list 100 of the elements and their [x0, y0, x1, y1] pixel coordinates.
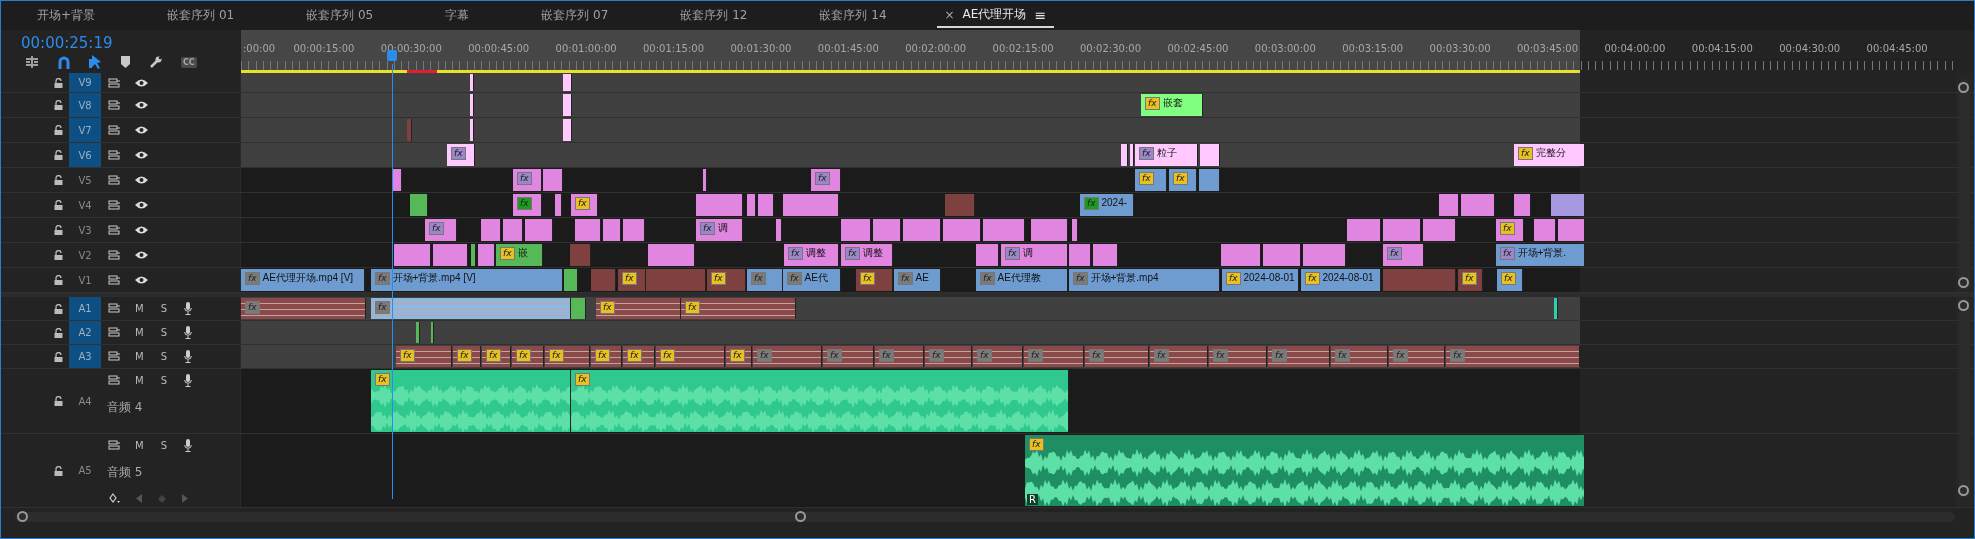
audio-clip[interactable]: fx: [875, 346, 924, 367]
clip[interactable]: [470, 94, 474, 116]
clip[interactable]: [433, 244, 468, 266]
audio-clip[interactable]: fx: [1024, 346, 1084, 367]
sequence-tab[interactable]: 嵌套序列 05: [284, 4, 396, 27]
clip[interactable]: [758, 194, 774, 216]
clip[interactable]: [1423, 219, 1456, 241]
audio-clip[interactable]: fx: [726, 346, 752, 367]
clip[interactable]: fx 调整: [841, 244, 893, 266]
clip[interactable]: [575, 219, 601, 241]
lock-icon[interactable]: [54, 200, 63, 210]
clip[interactable]: [555, 194, 562, 216]
sync-lock-icon[interactable]: [108, 351, 121, 361]
solo-button[interactable]: S: [160, 302, 167, 314]
clip[interactable]: [1121, 144, 1128, 166]
clip[interactable]: fx 2024-08-01: [1222, 269, 1299, 291]
audio-clip[interactable]: fx: [396, 346, 452, 367]
close-icon[interactable]: ×: [944, 7, 955, 22]
track-target[interactable]: V9: [69, 73, 101, 92]
lock-icon[interactable]: [54, 125, 63, 135]
clip[interactable]: fx AE: [894, 269, 941, 291]
mute-button[interactable]: M: [135, 350, 144, 362]
clip[interactable]: [481, 219, 501, 241]
clip[interactable]: [571, 298, 586, 319]
clip[interactable]: [1558, 219, 1585, 241]
audio-clip[interactable]: fx: [656, 346, 725, 367]
audio-clip[interactable]: fx: [753, 346, 822, 367]
clip[interactable]: fx AE代理教: [976, 269, 1068, 291]
sync-lock-icon[interactable]: [108, 440, 121, 450]
sync-lock-icon[interactable]: [108, 303, 121, 313]
clip[interactable]: [407, 119, 412, 141]
track-target[interactable]: A2: [69, 321, 101, 344]
track-title[interactable]: 音频 5: [107, 464, 192, 481]
clip[interactable]: [1200, 144, 1220, 166]
audio-clip[interactable]: fx: [453, 346, 481, 367]
track-target[interactable]: V4: [69, 193, 101, 217]
wrench-icon[interactable]: [149, 55, 162, 69]
clip[interactable]: [783, 194, 839, 216]
clip[interactable]: fx: [618, 269, 646, 291]
clip[interactable]: [623, 219, 645, 241]
clip[interactable]: [563, 94, 572, 116]
clip[interactable]: fx AE代: [783, 269, 841, 291]
sync-lock-icon[interactable]: [108, 327, 121, 337]
eye-icon[interactable]: [135, 126, 148, 134]
microphone-icon[interactable]: [184, 325, 192, 339]
clip[interactable]: [1551, 194, 1585, 216]
lock-icon[interactable]: [54, 77, 63, 88]
clip[interactable]: fx: [747, 269, 783, 291]
clip[interactable]: [648, 244, 695, 266]
clip[interactable]: [543, 169, 563, 191]
clip[interactable]: [563, 74, 572, 91]
snap-magnet-icon[interactable]: [58, 55, 70, 69]
lock-icon[interactable]: [54, 396, 63, 406]
audio-clip[interactable]: fx: [545, 346, 590, 367]
audio-clip[interactable]: fx: [371, 370, 571, 432]
clip[interactable]: fx: [811, 169, 841, 191]
mute-button[interactable]: M: [135, 374, 144, 386]
sync-lock-icon[interactable]: [108, 100, 121, 110]
clip[interactable]: [703, 169, 707, 191]
audio-clip[interactable]: fx: [571, 370, 1069, 432]
sequence-tab[interactable]: 开场+背景: [15, 4, 118, 27]
clip[interactable]: [1303, 244, 1346, 266]
clip[interactable]: [1383, 269, 1456, 291]
vertical-scrollbar[interactable]: [1959, 80, 1970, 290]
clip[interactable]: fx 粒子: [1135, 144, 1198, 166]
lock-icon[interactable]: [54, 327, 63, 338]
eye-icon[interactable]: [135, 78, 148, 87]
eye-icon[interactable]: [135, 251, 148, 259]
audio-clip[interactable]: fx: [1331, 346, 1388, 367]
clip[interactable]: fx: [1496, 219, 1524, 241]
marker-icon[interactable]: [121, 56, 130, 68]
clip[interactable]: [776, 219, 782, 241]
clip[interactable]: [563, 119, 572, 141]
clip[interactable]: [983, 219, 1025, 241]
clip[interactable]: fx: [513, 194, 542, 216]
clip[interactable]: fx: [1458, 269, 1483, 291]
sequence-tab[interactable]: 嵌套序列 12: [658, 4, 770, 27]
lock-icon[interactable]: [54, 351, 63, 362]
clip[interactable]: [570, 244, 591, 266]
clip[interactable]: [646, 269, 706, 291]
clip[interactable]: fx: [1135, 169, 1167, 191]
sync-lock-icon[interactable]: [108, 125, 121, 135]
clip[interactable]: [1221, 244, 1261, 266]
track-target[interactable]: V5: [69, 168, 101, 192]
lock-icon[interactable]: [54, 225, 63, 235]
clip[interactable]: fx 调: [696, 219, 743, 241]
clip[interactable]: [603, 219, 621, 241]
track-target[interactable]: V3: [69, 218, 101, 242]
clip[interactable]: fx 开场+背景.mp4: [1069, 269, 1220, 291]
lock-icon[interactable]: [54, 275, 63, 285]
eye-icon[interactable]: [135, 226, 148, 234]
clip[interactable]: fx: [447, 144, 475, 166]
audio-clip[interactable]: fx: [823, 346, 874, 367]
lock-icon[interactable]: [54, 465, 63, 476]
clip[interactable]: fx 开场+背景.: [1496, 244, 1585, 266]
clip[interactable]: [525, 219, 553, 241]
audio-clip[interactable]: fx: [623, 346, 655, 367]
lock-icon[interactable]: [54, 150, 63, 160]
clip[interactable]: fx 开场+背景.mp4 [V]: [371, 269, 563, 291]
clip[interactable]: [943, 219, 981, 241]
